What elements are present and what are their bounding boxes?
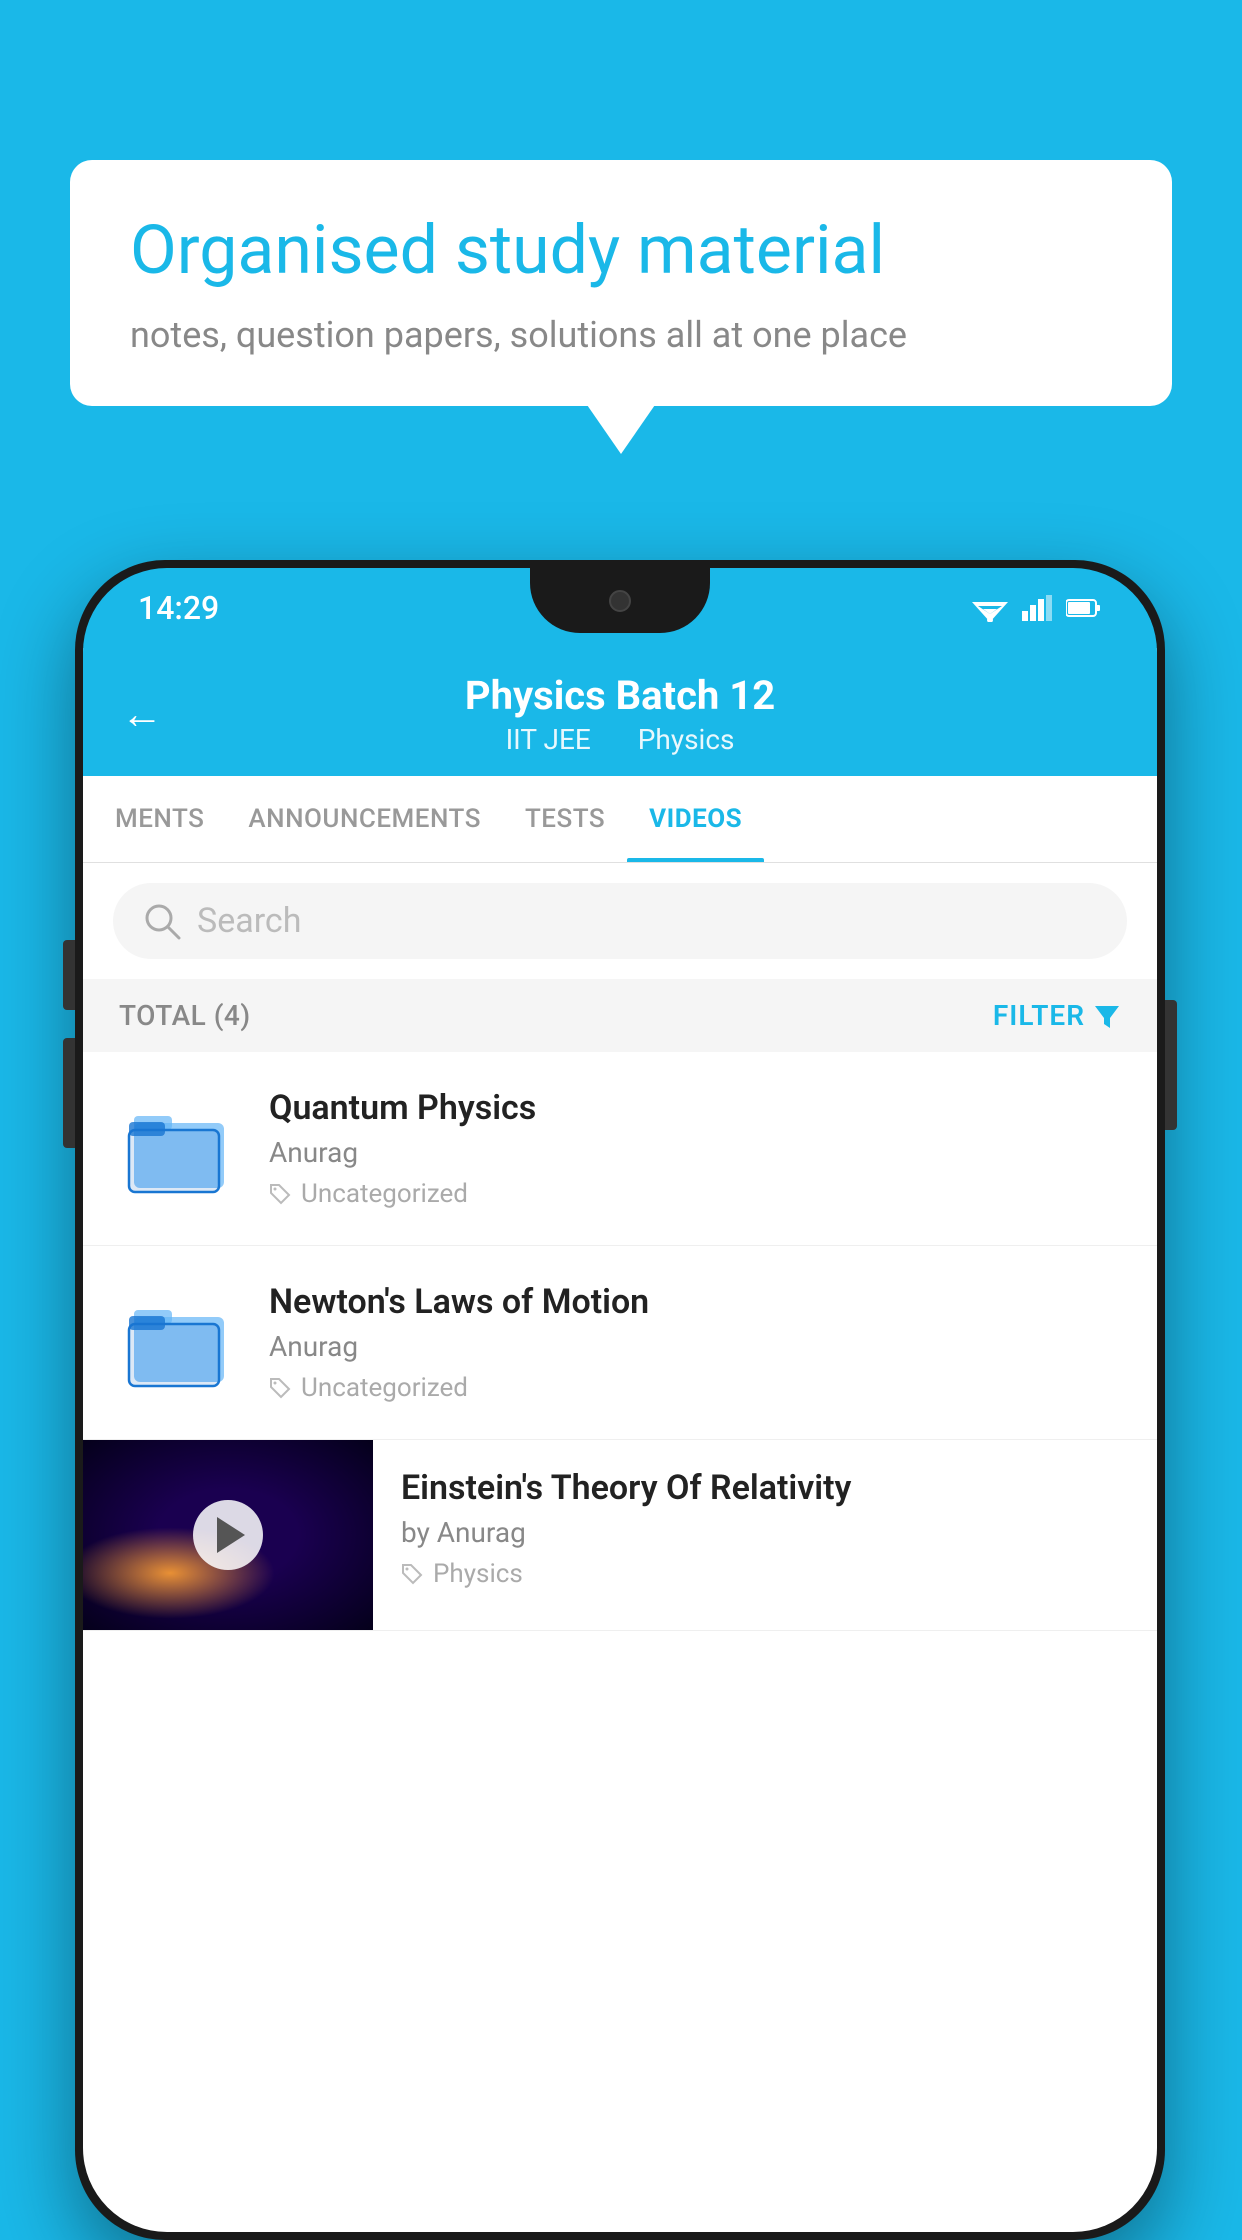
- status-icons: [972, 594, 1102, 622]
- filter-bar: TOTAL (4) FILTER: [83, 979, 1157, 1052]
- video-thumbnail-einstein: [83, 1440, 373, 1630]
- search-container: Search: [83, 863, 1157, 979]
- video-author-1: Anurag: [269, 1136, 1121, 1169]
- video-title-2: Newton's Laws of Motion: [269, 1282, 1121, 1322]
- wifi-icon: [972, 594, 1008, 622]
- list-item[interactable]: Einstein's Theory Of Relativity by Anura…: [83, 1440, 1157, 1631]
- video-item-info-2: Newton's Laws of Motion Anurag Uncategor…: [269, 1282, 1121, 1403]
- camera-dot: [609, 590, 631, 612]
- search-box[interactable]: Search: [113, 883, 1127, 959]
- header-subtitle-iitjee: IIT JEE: [506, 723, 591, 756]
- play-button-overlay[interactable]: [193, 1500, 263, 1570]
- speech-bubble: Organised study material notes, question…: [70, 160, 1172, 406]
- tag-label-1: Uncategorized: [301, 1179, 468, 1209]
- tag-icon-1: [269, 1183, 291, 1205]
- tab-ments[interactable]: MENTS: [93, 776, 226, 862]
- video-author-2: Anurag: [269, 1330, 1121, 1363]
- folder-icon-1: [124, 1098, 234, 1198]
- folder-icon-2: [124, 1292, 234, 1392]
- video-title-1: Quantum Physics: [269, 1088, 1121, 1128]
- video-item-info-1: Quantum Physics Anurag Uncategorized: [269, 1088, 1121, 1209]
- filter-funnel-icon: [1093, 1002, 1121, 1030]
- bubble-subtitle: notes, question papers, solutions all at…: [130, 314, 1112, 356]
- tag-icon-3: [401, 1563, 423, 1585]
- signal-icon: [1022, 595, 1052, 621]
- video-list: Quantum Physics Anurag Uncategorized: [83, 1052, 1157, 1631]
- volume-up-btn[interactable]: [63, 940, 75, 1010]
- header-subtitle-physics: Physics: [638, 723, 735, 756]
- speech-bubble-container: Organised study material notes, question…: [70, 160, 1172, 406]
- tabs-bar: MENTS ANNOUNCEMENTS TESTS VIDEOS: [83, 776, 1157, 863]
- video-tag-3: Physics: [401, 1559, 1129, 1589]
- app-header: ← Physics Batch 12 IIT JEE Physics: [83, 648, 1157, 776]
- video-tag-1: Uncategorized: [269, 1179, 1121, 1209]
- battery-icon: [1066, 598, 1102, 618]
- header-info: Physics Batch 12 IIT JEE Physics: [465, 672, 775, 756]
- side-buttons-right: [1165, 1000, 1177, 1130]
- search-placeholder: Search: [197, 901, 301, 941]
- notch: [530, 568, 710, 633]
- tag-label-2: Uncategorized: [301, 1373, 468, 1403]
- screen-content: ← Physics Batch 12 IIT JEE Physics MENTS…: [83, 648, 1157, 2232]
- header-subtitle: IIT JEE Physics: [465, 723, 775, 756]
- volume-down-btn[interactable]: [63, 1038, 75, 1148]
- back-button[interactable]: ←: [121, 690, 163, 739]
- phone-inner: 14:29: [83, 568, 1157, 2232]
- video-author-3: by Anurag: [401, 1516, 1129, 1549]
- tag-icon-2: [269, 1377, 291, 1399]
- bubble-title: Organised study material: [130, 210, 1112, 292]
- tab-announcements[interactable]: ANNOUNCEMENTS: [226, 776, 503, 862]
- list-item[interactable]: Quantum Physics Anurag Uncategorized: [83, 1052, 1157, 1246]
- total-count: TOTAL (4): [119, 999, 251, 1032]
- tab-tests[interactable]: TESTS: [503, 776, 627, 862]
- folder-thumbnail-1: [119, 1088, 239, 1208]
- status-bar: 14:29: [83, 568, 1157, 648]
- list-item[interactable]: Newton's Laws of Motion Anurag Uncategor…: [83, 1246, 1157, 1440]
- tag-label-3: Physics: [433, 1559, 523, 1589]
- filter-button[interactable]: FILTER: [993, 999, 1121, 1032]
- filter-label: FILTER: [993, 999, 1085, 1032]
- video-item-info-3: Einstein's Theory Of Relativity by Anura…: [373, 1440, 1157, 1609]
- search-icon: [143, 902, 181, 940]
- video-title-3: Einstein's Theory Of Relativity: [401, 1468, 1129, 1508]
- video-tag-2: Uncategorized: [269, 1373, 1121, 1403]
- status-time: 14:29: [138, 589, 219, 627]
- tab-videos[interactable]: VIDEOS: [627, 776, 764, 862]
- phone-frame: 14:29: [75, 560, 1165, 2240]
- play-triangle-icon: [217, 1517, 245, 1553]
- side-buttons-left: [63, 940, 75, 1148]
- header-title: Physics Batch 12: [465, 672, 775, 719]
- folder-thumbnail-2: [119, 1282, 239, 1402]
- power-btn[interactable]: [1165, 1000, 1177, 1130]
